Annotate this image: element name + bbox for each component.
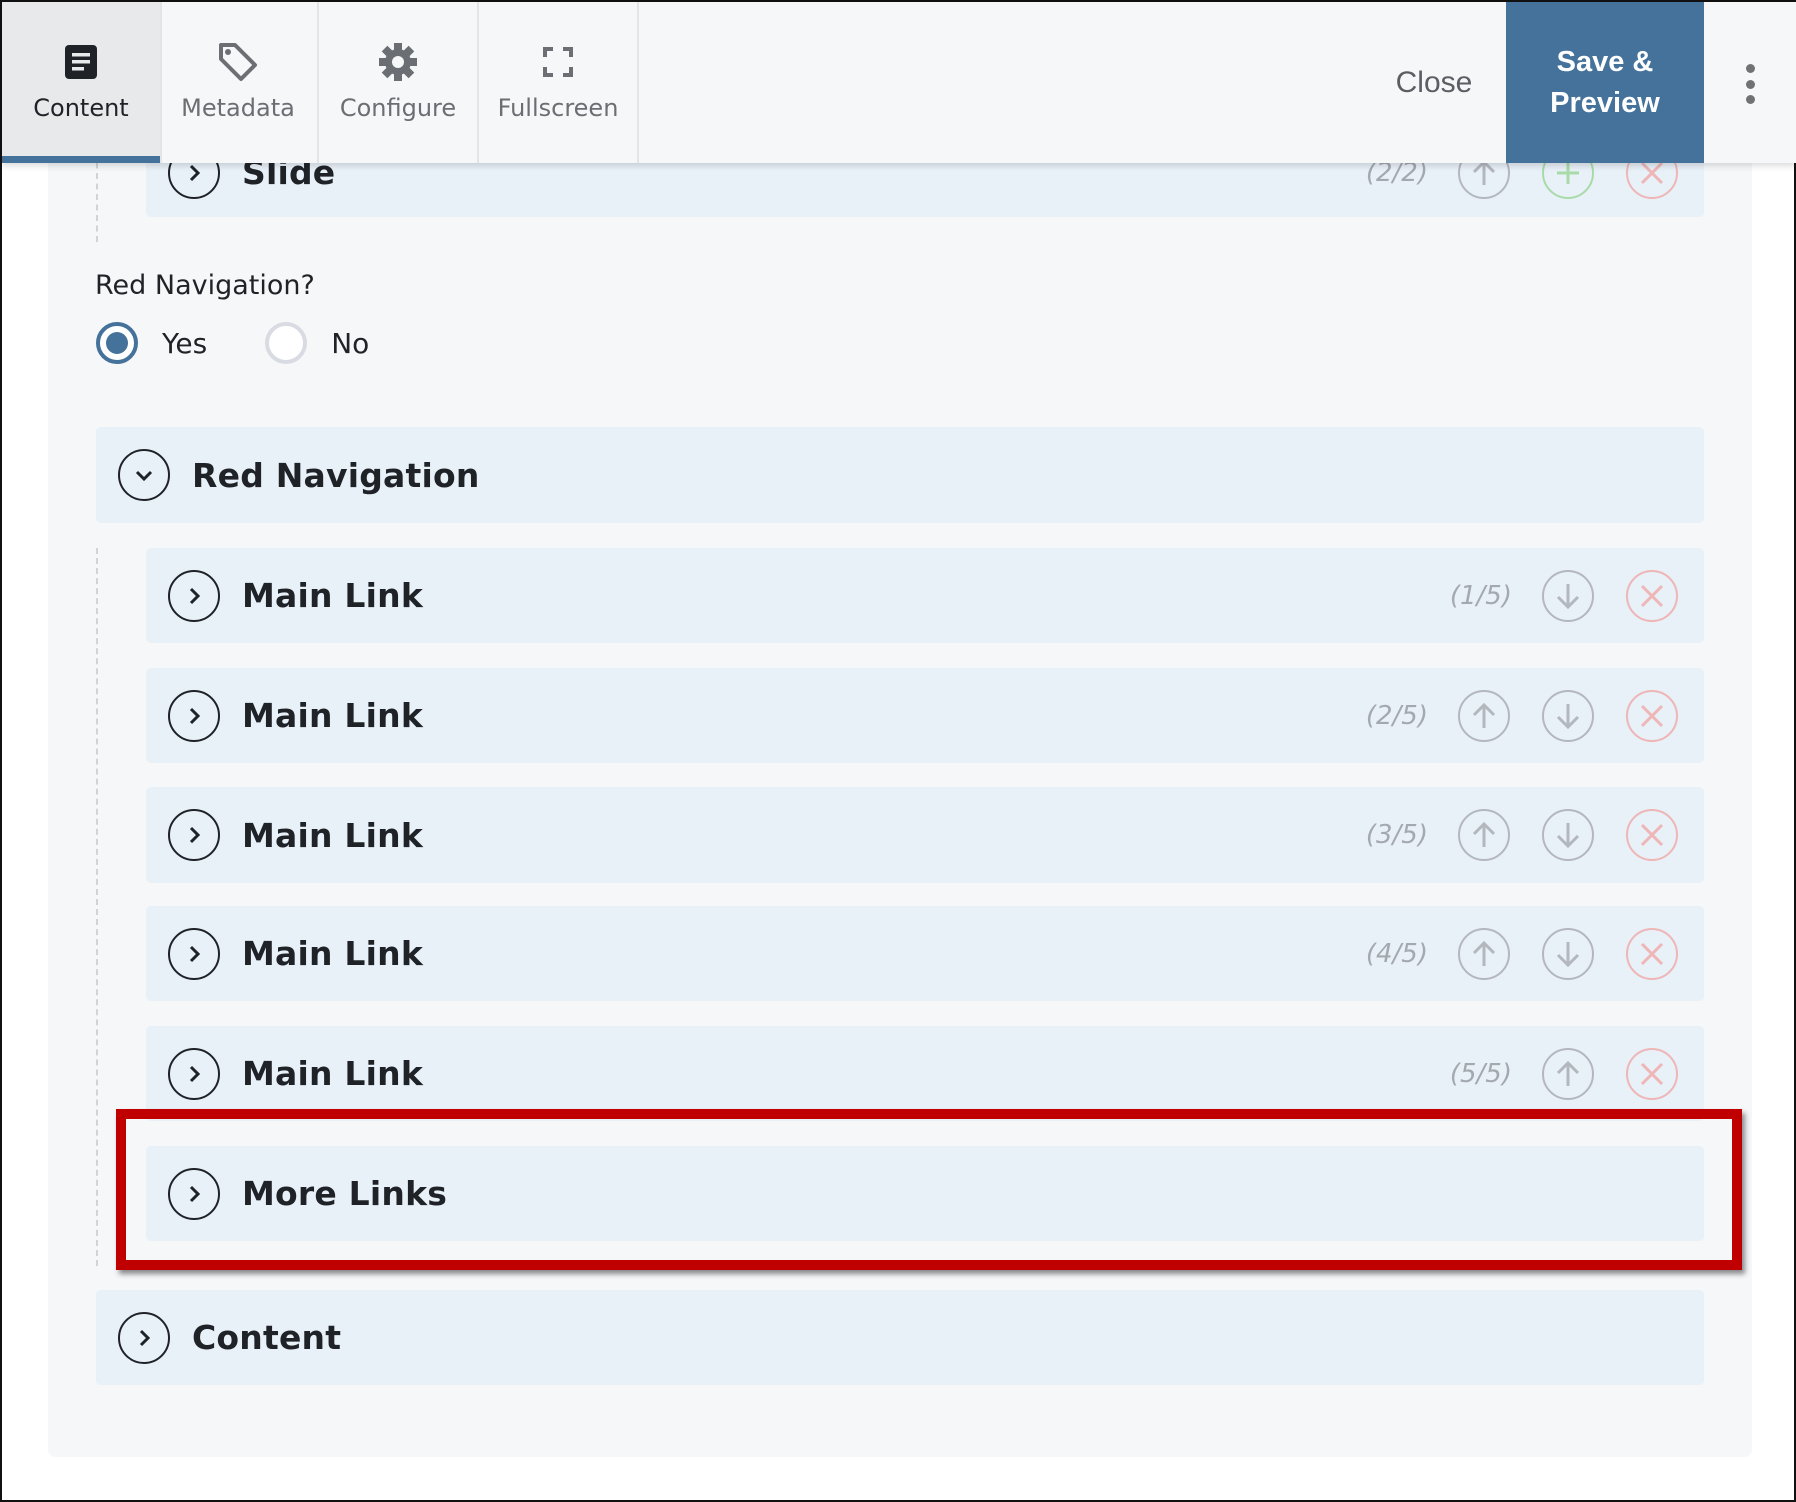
move-up-button[interactable] [1542, 1047, 1594, 1100]
delete-button[interactable] [1626, 689, 1678, 742]
nesting-guide [96, 152, 98, 242]
delete-button[interactable] [1626, 809, 1678, 861]
tab-label: Metadata [181, 94, 295, 122]
move-up-button[interactable] [1458, 689, 1510, 742]
arrow-down-icon [1556, 583, 1580, 609]
kebab-menu-icon[interactable] [1732, 64, 1768, 104]
close-icon [1640, 1062, 1664, 1085]
red-navigation-radio-group: Yes No [96, 322, 369, 364]
red-navigation-field-label: Red Navigation? [95, 270, 315, 301]
close-icon [1640, 823, 1664, 847]
main-link-row[interactable]: Main Link (1/5) [146, 548, 1704, 643]
close-icon [1640, 584, 1664, 607]
section-title: Content [192, 1318, 342, 1357]
document-icon [59, 40, 103, 84]
radio-indicator[interactable] [265, 322, 308, 364]
expand-chevron-right-icon[interactable] [168, 689, 220, 742]
save-preview-button[interactable]: Save & Preview [1506, 2, 1704, 163]
radio-yes[interactable]: Yes [96, 322, 207, 364]
move-down-button[interactable] [1542, 689, 1594, 742]
expand-chevron-right-icon[interactable] [118, 1311, 170, 1364]
item-counter: (1/5) [1449, 580, 1512, 611]
expand-chevron-right-icon[interactable] [168, 927, 220, 980]
tab-label: Configure [339, 94, 457, 122]
arrow-up-icon [1556, 1060, 1580, 1086]
move-up-button[interactable] [1458, 927, 1510, 980]
nesting-guide [96, 548, 98, 1266]
radio-label: No [331, 326, 370, 360]
item-counter: (4/5) [1365, 938, 1428, 969]
section-title: Red Navigation [192, 455, 480, 495]
tab-fullscreen[interactable]: Fullscreen [479, 2, 639, 163]
arrow-up-icon [1472, 940, 1496, 966]
arrow-down-icon [1556, 941, 1580, 967]
tab-label: Content [33, 94, 129, 122]
main-link-title: Main Link [242, 1054, 423, 1093]
move-down-button[interactable] [1542, 569, 1594, 622]
delete-button[interactable] [1626, 569, 1678, 622]
close-icon [1640, 704, 1664, 727]
main-link-row[interactable]: Main Link (5/5) [146, 1026, 1704, 1121]
arrow-up-icon [1472, 702, 1496, 728]
more-links-title: More Links [242, 1174, 448, 1213]
main-link-title: Main Link [242, 934, 423, 973]
collapse-chevron-down-icon[interactable] [118, 449, 170, 501]
move-up-button[interactable] [1458, 809, 1510, 861]
main-link-title: Main Link [242, 576, 423, 615]
editor-toolbar: Content Metadata Configure Fullscreen Cl… [2, 2, 1796, 163]
expand-chevron-right-icon[interactable] [168, 809, 220, 861]
red-navigation-section-header[interactable]: Red Navigation [96, 427, 1704, 523]
main-link-row[interactable]: Main Link (2/5) [146, 668, 1704, 763]
radio-indicator[interactable] [96, 322, 138, 364]
main-link-row[interactable]: Main Link (3/5) [146, 787, 1704, 883]
fullscreen-icon [536, 40, 580, 84]
close-button[interactable]: Close [1362, 2, 1506, 163]
tab-configure[interactable]: Configure [319, 2, 479, 163]
tab-label: Fullscreen [497, 94, 619, 122]
item-counter: (2/5) [1365, 700, 1428, 731]
close-icon [1640, 942, 1664, 965]
content-section-header[interactable]: Content [96, 1290, 1704, 1385]
tag-icon [216, 40, 260, 84]
expand-chevron-right-icon[interactable] [168, 1047, 220, 1100]
main-link-title: Main Link [242, 815, 423, 855]
arrow-down-icon [1556, 703, 1580, 729]
tab-metadata[interactable]: Metadata [159, 2, 319, 163]
more-links-row[interactable]: More Links [146, 1146, 1704, 1241]
delete-button[interactable] [1626, 927, 1678, 980]
expand-chevron-right-icon[interactable] [168, 1167, 220, 1220]
arrow-up-icon [1472, 821, 1496, 847]
item-counter: (3/5) [1365, 820, 1428, 850]
radio-label: Yes [162, 326, 208, 360]
expand-chevron-right-icon[interactable] [168, 569, 220, 622]
main-link-title: Main Link [242, 696, 423, 735]
tab-content[interactable]: Content [2, 2, 162, 163]
main-link-row[interactable]: Main Link (4/5) [146, 906, 1704, 1001]
move-down-button[interactable] [1542, 809, 1594, 861]
gear-icon [376, 40, 420, 84]
arrow-down-icon [1556, 823, 1580, 849]
item-counter: (5/5) [1449, 1058, 1512, 1089]
radio-no[interactable]: No [265, 322, 369, 364]
move-down-button[interactable] [1542, 927, 1594, 980]
delete-button[interactable] [1626, 1047, 1678, 1100]
